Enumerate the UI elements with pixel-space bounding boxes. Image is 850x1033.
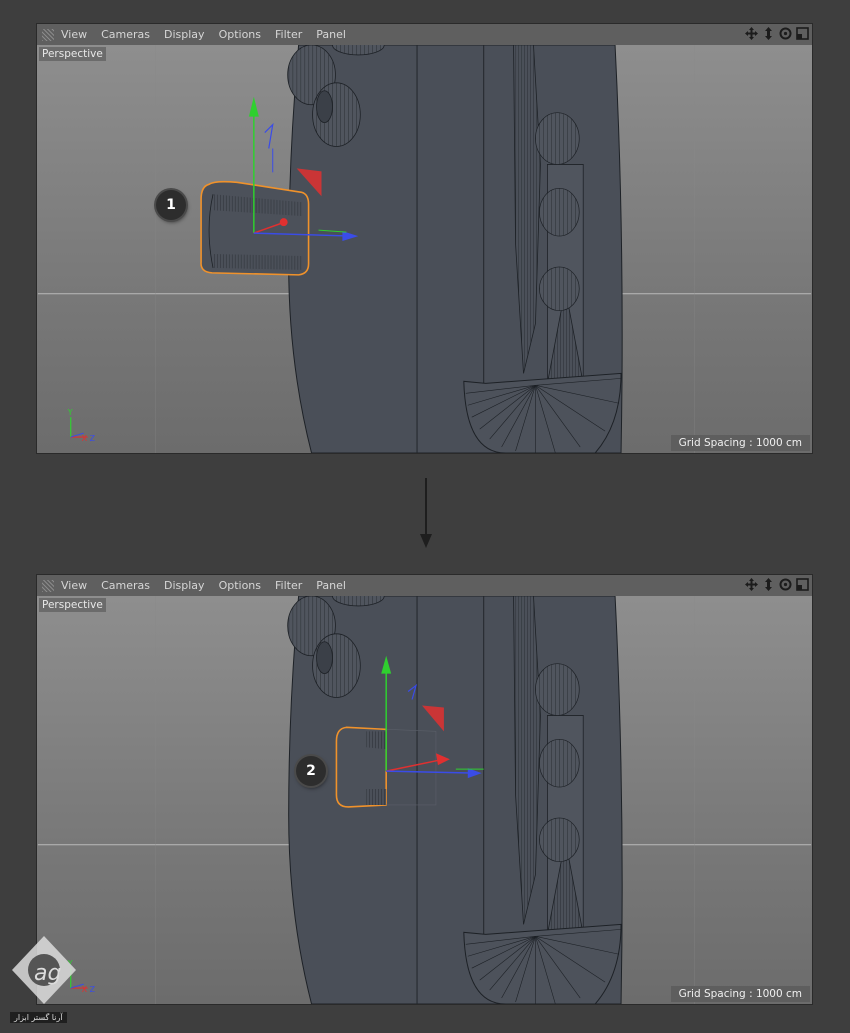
rotate-view-icon[interactable] — [778, 577, 793, 592]
step-badge-1: 1 — [156, 190, 186, 220]
axis-z-label: Z — [90, 434, 96, 443]
scene-render[interactable]: Y X Z — [37, 596, 812, 1004]
menu-view[interactable]: View — [61, 579, 87, 592]
move-view-icon[interactable] — [744, 26, 759, 41]
menu-view[interactable]: View — [61, 28, 87, 41]
toggle-view-icon[interactable] — [795, 26, 810, 41]
zoom-view-icon[interactable] — [761, 577, 776, 592]
grip-icon[interactable] — [42, 28, 54, 41]
scene-render[interactable]: Y X Z — [37, 45, 812, 453]
axis-indicator: Y X Z — [67, 408, 96, 443]
selected-object[interactable] — [200, 180, 310, 276]
toggle-view-icon[interactable] — [795, 577, 810, 592]
menu-panel[interactable]: Panel — [316, 579, 346, 592]
step-badge-2: 2 — [296, 756, 326, 786]
axis-x-label: X — [82, 434, 88, 443]
menu-filter[interactable]: Filter — [275, 28, 302, 41]
perspective-viewport[interactable]: Y X Z Perspective Grid Spacing : 1000 cm — [37, 45, 812, 453]
menu-cameras[interactable]: Cameras — [101, 579, 150, 592]
rotate-view-icon[interactable] — [778, 26, 793, 41]
watermark-logo: ag — [12, 936, 76, 1004]
watermark-text: آرنا گستر ابزار — [10, 1012, 67, 1023]
viewport-menubar: View Cameras Display Options Filter Pane… — [37, 575, 812, 597]
view-label: Perspective — [39, 47, 106, 61]
menu-options[interactable]: Options — [219, 579, 261, 592]
axis-y-label: Y — [67, 408, 73, 417]
axis-z-label: Z — [90, 985, 96, 994]
zoom-view-icon[interactable] — [761, 26, 776, 41]
menu-display[interactable]: Display — [164, 579, 205, 592]
arrow-down-icon — [420, 478, 432, 548]
menu-cameras[interactable]: Cameras — [101, 28, 150, 41]
move-view-icon[interactable] — [744, 577, 759, 592]
menu-panel[interactable]: Panel — [316, 28, 346, 41]
menu-display[interactable]: Display — [164, 28, 205, 41]
view-label: Perspective — [39, 598, 106, 612]
grip-icon[interactable] — [42, 579, 54, 592]
menu-filter[interactable]: Filter — [275, 579, 302, 592]
viewport-menubar: View Cameras Display Options Filter Pane… — [37, 24, 812, 46]
viewport-panel-2: View Cameras Display Options Filter Pane… — [36, 574, 813, 1005]
grid-spacing-label: Grid Spacing : 1000 cm — [670, 986, 810, 1002]
viewport-panel-1: View Cameras Display Options Filter Pane… — [36, 23, 813, 454]
menu-options[interactable]: Options — [219, 28, 261, 41]
svg-text:ag: ag — [34, 961, 61, 986]
perspective-viewport[interactable]: Y X Z Perspective Grid Spacing : 1000 cm — [37, 596, 812, 1004]
grid-spacing-label: Grid Spacing : 1000 cm — [670, 435, 810, 451]
